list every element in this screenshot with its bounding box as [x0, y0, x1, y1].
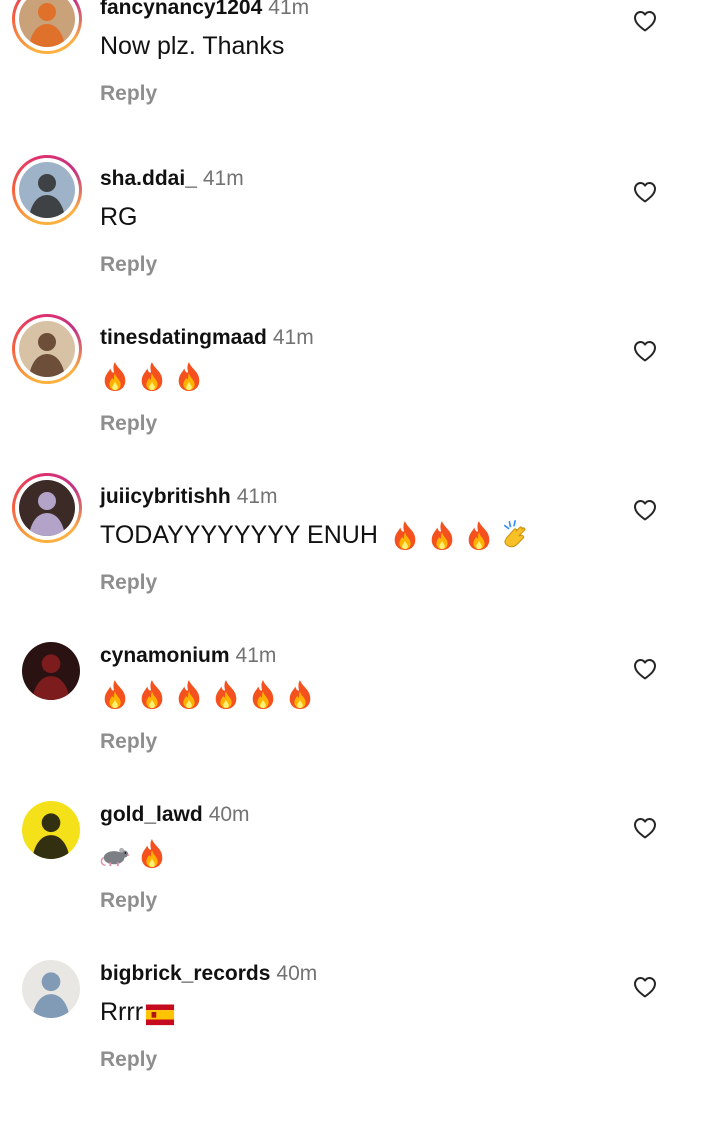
comment-row: juiicybritishh 41m TODAYYYYYYYY ENUH Reply [0, 473, 701, 644]
fire-emoji-icon [100, 360, 130, 392]
like-heart-icon[interactable] [633, 499, 657, 521]
reply-button[interactable]: Reply [100, 889, 157, 913]
avatar-photo [22, 801, 80, 859]
timestamp: 41m [268, 0, 310, 19]
avatar[interactable] [12, 473, 82, 543]
comment-header: sha.ddai_ 41m [100, 167, 244, 191]
username-link[interactable]: sha.ddai_ [100, 167, 197, 190]
fire-emoji-icon [137, 360, 167, 392]
comment-text [100, 358, 211, 394]
avatar[interactable] [12, 632, 82, 702]
reply-button[interactable]: Reply [100, 730, 157, 754]
fire-emoji-icon [100, 678, 130, 710]
comment-text-body: RG [100, 202, 138, 231]
avatar[interactable] [12, 950, 82, 1020]
comment-header: gold_lawd 40m [100, 803, 250, 827]
username-link[interactable]: bigbrick_records [100, 962, 270, 985]
clap-emoji-icon [501, 519, 531, 551]
fire-emoji-icon [464, 519, 494, 551]
fire-emoji-icon [248, 678, 278, 710]
avatar-photo [22, 960, 80, 1018]
comment-text: Now plz. Thanks [100, 28, 286, 64]
avatar-photo [19, 480, 75, 536]
like-heart-icon[interactable] [633, 340, 657, 362]
timestamp: 41m [236, 485, 278, 508]
comment-text [100, 835, 174, 871]
comment-text-body: Rrrr [100, 997, 144, 1026]
rat-emoji-icon [100, 837, 130, 869]
avatar[interactable] [12, 314, 82, 384]
fire-emoji-icon [137, 678, 167, 710]
comment-header: cynamonium 41m [100, 644, 276, 668]
avatar-photo [19, 321, 75, 377]
comment-header: bigbrick_records 40m [100, 962, 317, 986]
fire-emoji-icon [211, 678, 241, 710]
comment-text: Rrrr [100, 994, 182, 1030]
timestamp: 40m [208, 803, 250, 826]
timestamp: 41m [272, 326, 314, 349]
comment-text-body: Now plz. Thanks [100, 31, 285, 60]
username-link[interactable]: tinesdatingmaad [100, 326, 267, 349]
username-link[interactable]: cynamonium [100, 644, 230, 667]
comment-row: bigbrick_records 40m Rrrr Reply [0, 960, 701, 1121]
fire-emoji-icon [285, 678, 315, 710]
flag-es-emoji-icon [145, 996, 175, 1028]
fire-emoji-icon [174, 360, 204, 392]
comment-row: cynamonium 41m Reply [0, 642, 701, 803]
avatar-photo [22, 642, 80, 700]
username-link[interactable]: juiicybritishh [100, 485, 231, 508]
reply-button[interactable]: Reply [100, 253, 157, 277]
comment-row: tinesdatingmaad 41m Reply [0, 314, 701, 485]
like-heart-icon[interactable] [633, 976, 657, 998]
avatar[interactable] [12, 791, 82, 861]
reply-button[interactable]: Reply [100, 571, 157, 595]
username-link[interactable]: fancynancy1204 [100, 0, 262, 19]
avatar[interactable] [12, 155, 82, 225]
reply-button[interactable]: Reply [100, 82, 157, 106]
timestamp: 40m [276, 962, 318, 985]
reply-button[interactable]: Reply [100, 412, 157, 436]
comment-text: TODAYYYYYYYY ENUH [100, 517, 538, 553]
timestamp: 41m [202, 167, 244, 190]
reply-button[interactable]: Reply [100, 1048, 157, 1072]
like-heart-icon[interactable] [633, 658, 657, 680]
fire-emoji-icon [137, 837, 167, 869]
like-heart-icon[interactable] [633, 817, 657, 839]
like-heart-icon[interactable] [633, 10, 657, 32]
comment-text: RG [100, 199, 140, 235]
avatar[interactable] [12, 0, 82, 54]
username-link[interactable]: gold_lawd [100, 803, 203, 826]
fire-emoji-icon [174, 678, 204, 710]
comment-header: juiicybritishh 41m [100, 485, 278, 509]
avatar-photo [19, 162, 75, 218]
comment-header: fancynancy1204 41m [100, 0, 309, 20]
timestamp: 41m [235, 644, 277, 667]
comment-header: tinesdatingmaad 41m [100, 326, 314, 350]
fire-emoji-icon [427, 519, 457, 551]
comment-row: sha.ddai_ 41m RG Reply [0, 155, 701, 326]
comment-text [100, 676, 322, 712]
comment-text-body: TODAYYYYYYYY ENUH [100, 520, 378, 549]
comment-row: gold_lawd 40m Reply [0, 801, 701, 962]
fire-emoji-icon [390, 519, 420, 551]
like-heart-icon[interactable] [633, 181, 657, 203]
comment-row: fancynancy1204 41m Now plz. Thanks Reply [0, 0, 701, 155]
